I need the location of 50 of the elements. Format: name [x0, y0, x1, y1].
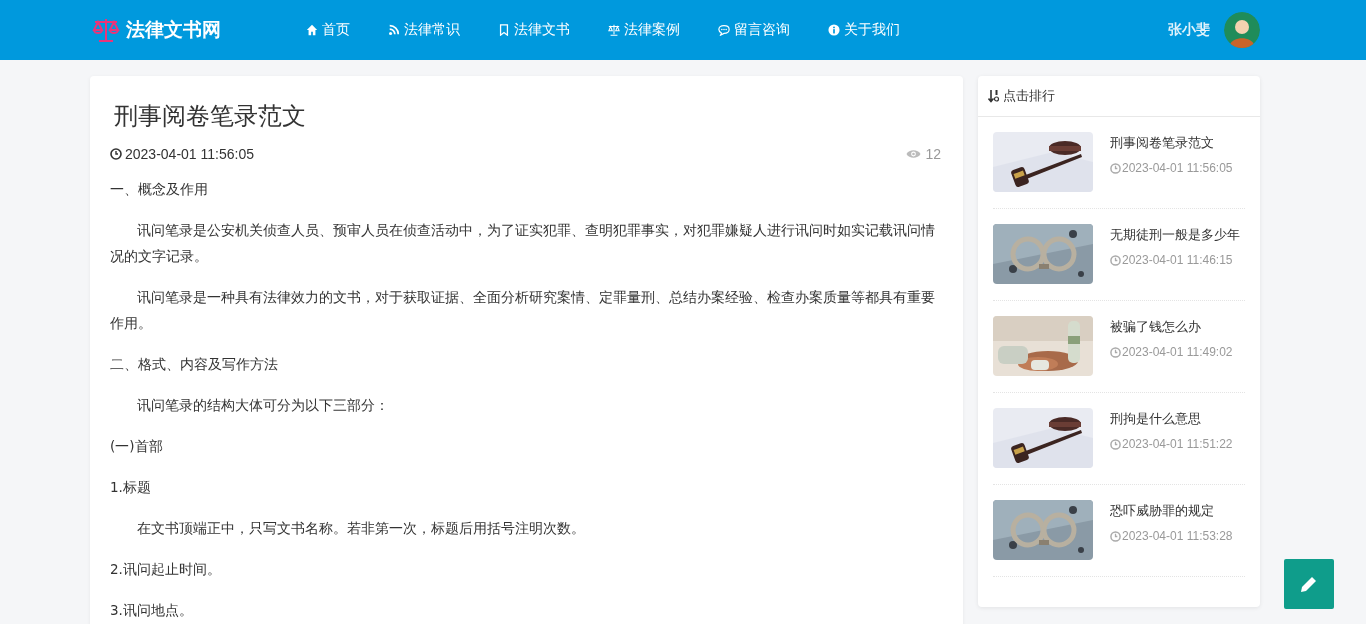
paragraph: 2.讯问起止时间。	[110, 560, 222, 579]
clock-icon	[110, 148, 122, 160]
nav-link[interactable]: 法律文书	[498, 21, 570, 39]
paragraph: 3.讯问地点。	[110, 601, 194, 620]
paragraph: 在文书顶端正中，只写文书名称。若非第一次，标题后用括号注明次数。	[136, 519, 586, 538]
item-date: 2023-04-01 11:53:28	[1122, 529, 1233, 543]
paragraph: 讯问笔录是公安机关侦查人员、预审人员在侦查活动中，为了证实犯罪、查明犯罪事实，对犯罪嫌疑人进行讯问时如实记载讯问情况的文字记录。	[110, 221, 936, 266]
article-link[interactable]: 刑拘是什么意思	[1110, 409, 1233, 429]
clock-icon	[1110, 162, 1121, 174]
eye-icon	[906, 149, 922, 159]
pencil-icon	[1299, 574, 1319, 594]
scale-icon	[608, 24, 620, 36]
paragraph: (一)首部	[110, 437, 164, 456]
nav-link[interactable]: 留言咨询	[718, 21, 790, 39]
article-link[interactable]: 刑事阅卷笔录范文	[1110, 133, 1233, 153]
avatar[interactable]	[1224, 12, 1260, 48]
item-date: 2023-04-01 11:56:05	[1122, 161, 1233, 175]
clock-icon	[1110, 438, 1121, 450]
edit-button[interactable]	[1284, 559, 1334, 609]
clock-icon	[1110, 346, 1121, 358]
article-title: 刑事阅卷笔录范文	[114, 101, 307, 132]
view-count: 12	[925, 146, 941, 162]
paragraph: 一、概念及作用	[110, 180, 209, 199]
clock-icon	[1110, 254, 1121, 266]
item-date: 2023-04-01 11:46:15	[1122, 253, 1233, 267]
paragraph: 1.标题	[110, 478, 152, 497]
article-link[interactable]: 被骗了钱怎么办	[1110, 317, 1233, 337]
paragraph: 讯问笔录是一种具有法律效力的文书，对于获取证据、全面分析研究案情、定罪量刑、总结办案经验、检查办案质量等都具有重要作用。	[110, 288, 936, 333]
clock-icon	[1110, 530, 1121, 542]
bookmark-icon	[498, 24, 510, 36]
site-logo[interactable]: 法律文书网	[126, 17, 221, 43]
article-link[interactable]: 无期徒刑一般是多少年	[1110, 225, 1240, 245]
home-icon	[306, 24, 318, 36]
paragraph: 二、格式、内容及写作方法	[110, 355, 279, 374]
nav-link[interactable]: 首页	[306, 21, 350, 39]
nav-link[interactable]: 关于我们	[828, 21, 900, 39]
sort-icon	[988, 89, 1000, 103]
item-date: 2023-04-01 11:49:02	[1122, 345, 1233, 359]
sidebar-title: 点击排行	[1003, 87, 1055, 105]
publish-date: 2023-04-01 11:56:05	[125, 146, 254, 162]
info-icon	[828, 24, 840, 36]
user-name[interactable]: 张小斐	[1168, 21, 1210, 39]
nav-link[interactable]: 法律案例	[608, 21, 680, 39]
chat-bubble-icon	[718, 24, 730, 36]
paragraph: 讯问笔录的结构大体可分为以下三部分：	[136, 396, 390, 415]
rss-icon	[388, 24, 400, 36]
nav-link[interactable]: 法律常识	[388, 21, 460, 39]
item-date: 2023-04-01 11:51:22	[1122, 437, 1233, 451]
article-link[interactable]: 恐吓威胁罪的规定	[1110, 501, 1233, 521]
scale-icon	[92, 17, 120, 43]
